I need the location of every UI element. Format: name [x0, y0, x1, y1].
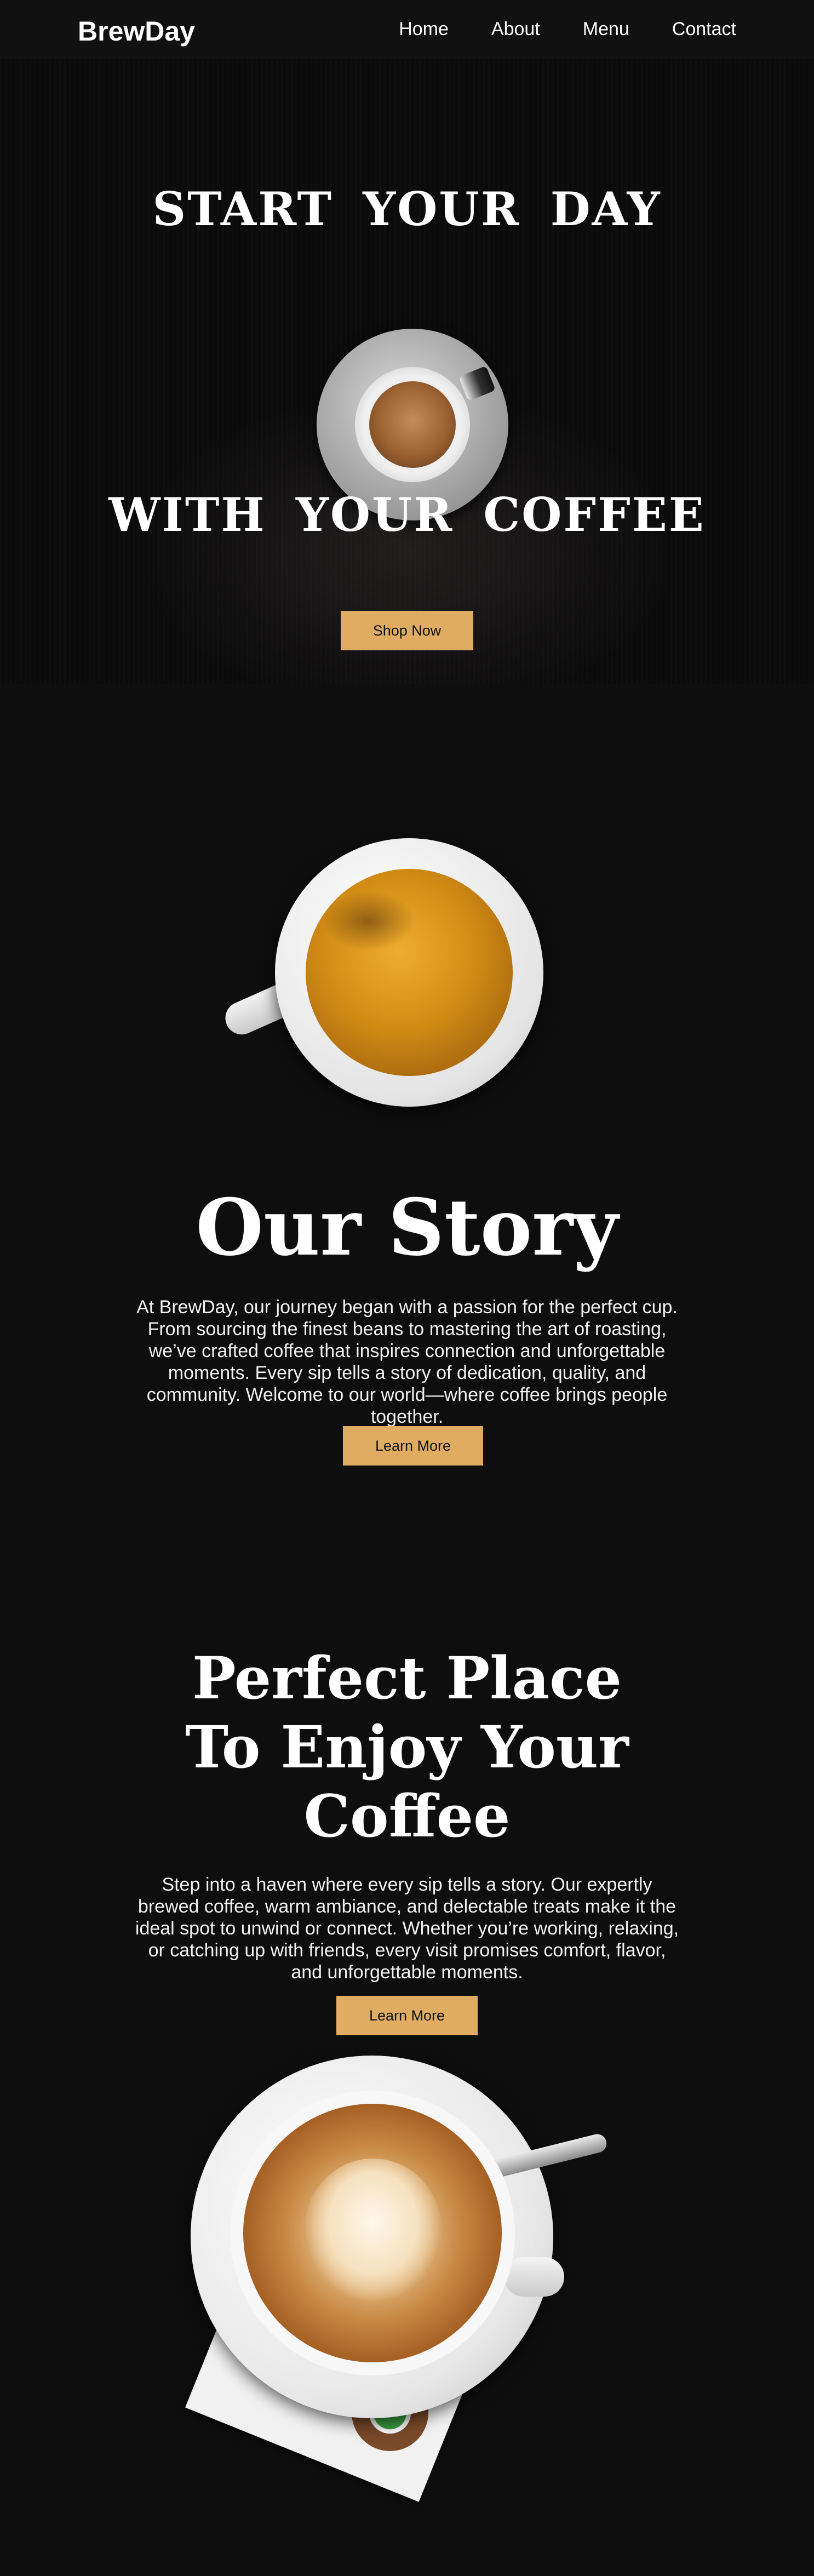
nav-link-contact[interactable]: Contact: [672, 19, 736, 40]
hero-section: START YOUR DAY WITH YOUR COFFEE: [0, 59, 814, 684]
coffee-surface: [369, 381, 456, 468]
shop-now-button[interactable]: Shop Now: [341, 611, 473, 650]
place-title: Perfect Place To Enjoy Your Coffee: [0, 1644, 814, 1851]
espresso-crema: [322, 891, 415, 951]
nav-link-menu[interactable]: Menu: [583, 19, 629, 40]
nav-link-about[interactable]: About: [491, 19, 540, 40]
brand-logo[interactable]: BrewDay: [78, 15, 195, 47]
latte-cup-handle: [504, 2257, 564, 2297]
nav-link-home[interactable]: Home: [399, 19, 449, 40]
story-learn-more-button[interactable]: Learn More: [343, 1426, 483, 1466]
latte-heart-pattern: [305, 2159, 442, 2301]
place-text: Step into a haven where every sip tells …: [135, 1874, 679, 1983]
hero-heading-line-1: START YOUR DAY: [152, 182, 662, 236]
cup-rim: [355, 367, 470, 482]
place-title-line-2: To Enjoy Your: [185, 1713, 629, 1781]
place-title-line-3: Coffee: [303, 1782, 511, 1850]
story-title: Our Story: [196, 1182, 618, 1273]
espresso-surface: [306, 869, 513, 1076]
navbar: BrewDay Home About Menu Contact: [0, 0, 814, 59]
place-title-line-1: Perfect Place: [192, 1644, 622, 1712]
place-learn-more-button[interactable]: Learn More: [336, 1996, 478, 2035]
nav-links: Home About Menu Contact: [399, 19, 736, 40]
story-text: At BrewDay, our journey began with a pas…: [136, 1297, 678, 1427]
espresso-cup-image: [275, 838, 543, 1107]
cup-handle: [458, 365, 496, 402]
hero-heading-line-2: WITH YOUR COFFEE: [108, 488, 706, 542]
